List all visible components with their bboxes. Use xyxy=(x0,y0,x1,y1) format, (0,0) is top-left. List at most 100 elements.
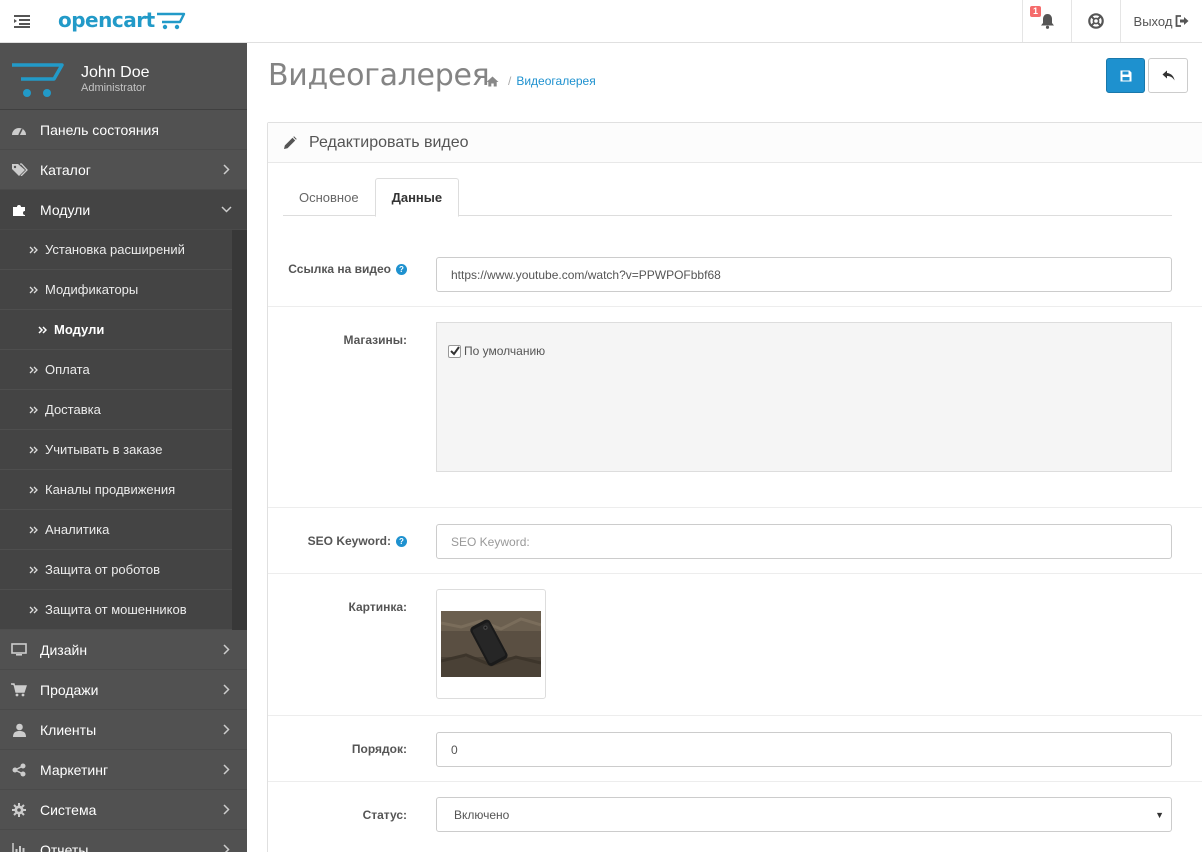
status-selected-value: Включено xyxy=(454,807,510,822)
double-chevron-icon xyxy=(29,246,39,254)
sidebar: John Doe Administrator Панель состояния … xyxy=(0,43,247,852)
submenu-item-label: Установка расширений xyxy=(45,242,185,257)
store-default-checkbox[interactable] xyxy=(448,344,461,358)
share-icon xyxy=(10,763,28,777)
sidebar-item-modules[interactable]: Модули xyxy=(0,190,247,230)
sidebar-item-design[interactable]: Дизайн xyxy=(0,630,247,670)
store-default-option[interactable]: По умолчанию xyxy=(448,344,545,358)
form-row-stores: Магазины: По умолчанию xyxy=(268,307,1202,508)
double-chevron-icon xyxy=(38,325,48,334)
submenu-item-label: Каналы продвижения xyxy=(45,482,176,497)
submenu-item-label: Модификаторы xyxy=(45,282,139,297)
double-chevron-icon xyxy=(29,446,39,454)
logout-label: Выход xyxy=(1133,13,1173,29)
submenu-item-analytics[interactable]: Аналитика xyxy=(0,510,232,550)
submenu-item-label: Аналитика xyxy=(45,522,110,537)
profile-role: Administrator xyxy=(81,82,146,94)
submenu-item-feeds[interactable]: Каналы продвижения xyxy=(0,470,232,510)
back-button[interactable] xyxy=(1148,58,1188,93)
profile-name: John Doe xyxy=(81,64,150,81)
submenu-item-label: Модули xyxy=(54,322,105,337)
modules-submenu: Установка расширений Модификаторы Модули… xyxy=(0,230,247,630)
submenu-item-modifications[interactable]: Модификаторы xyxy=(0,270,232,310)
chevron-right-icon xyxy=(223,684,230,695)
sidebar-item-catalog[interactable]: Каталог xyxy=(0,150,247,190)
form-row-order: Порядок: 0 xyxy=(268,716,1202,782)
sidebar-item-label: Маркетинг xyxy=(40,761,109,778)
logout-button[interactable]: Выход xyxy=(1120,0,1202,42)
sidebar-item-label: Модули xyxy=(40,201,91,218)
cart-icon xyxy=(10,682,28,697)
tab-data[interactable]: Данные xyxy=(374,178,460,217)
breadcrumb: / Видеогалерея xyxy=(486,74,596,88)
seo-label-wrap: SEO Keyword: ? xyxy=(268,532,407,550)
sidebar-item-system[interactable]: Система xyxy=(0,790,247,830)
bar-chart-icon xyxy=(10,843,28,852)
double-chevron-icon xyxy=(29,366,39,374)
life-ring-icon xyxy=(1088,13,1104,29)
order-input[interactable]: 0 xyxy=(436,732,1172,767)
submenu-item-modules[interactable]: Модули xyxy=(0,310,232,350)
submenu-item-order-totals[interactable]: Учитывать в заказе xyxy=(0,430,232,470)
tags-icon xyxy=(10,163,28,176)
submenu-item-label: Доставка xyxy=(45,402,101,417)
sidebar-item-marketing[interactable]: Маркетинг xyxy=(0,750,247,790)
submenu-item-label: Учитывать в заказе xyxy=(45,442,163,457)
double-chevron-icon xyxy=(29,606,39,614)
sidebar-item-dashboard[interactable]: Панель состояния xyxy=(0,110,247,150)
notifications-button[interactable]: 1 xyxy=(1022,0,1071,42)
stores-well: По умолчанию xyxy=(436,322,1172,472)
submenu-item-captcha[interactable]: Защита от роботов xyxy=(0,550,232,590)
form-row-status: Статус: Включено ▼ xyxy=(268,782,1202,852)
user-icon xyxy=(10,723,28,737)
help-icon[interactable]: ? xyxy=(396,535,407,547)
chevron-right-icon xyxy=(223,804,230,815)
pencil-icon xyxy=(283,135,299,150)
submenu-item-fraud[interactable]: Защита от мошенников xyxy=(0,590,232,630)
notification-count-badge: 1 xyxy=(1030,6,1042,17)
double-chevron-icon xyxy=(29,526,39,534)
save-button[interactable] xyxy=(1106,58,1145,93)
phone-photo-image xyxy=(441,611,541,677)
puzzle-icon xyxy=(10,202,28,217)
seo-keyword-input[interactable]: SEO Keyword: xyxy=(436,524,1172,559)
chevron-right-icon xyxy=(223,644,230,655)
sidebar-item-customers[interactable]: Клиенты xyxy=(0,710,247,750)
seo-label: SEO Keyword: xyxy=(307,534,391,548)
sidebar-item-sales[interactable]: Продажи xyxy=(0,670,247,710)
opencart-cart-avatar xyxy=(12,63,64,97)
chevron-right-icon xyxy=(223,164,230,175)
video-link-input[interactable]: https://www.youtube.com/watch?v=PPWPOFbb… xyxy=(436,257,1172,292)
breadcrumb-separator: / xyxy=(508,74,512,88)
help-icon[interactable]: ? xyxy=(396,263,407,275)
double-chevron-icon xyxy=(29,486,39,494)
submenu-item-shipping[interactable]: Доставка xyxy=(0,390,232,430)
indent-icon xyxy=(14,14,30,28)
dashboard-icon xyxy=(10,124,28,136)
status-select[interactable]: Включено ▼ xyxy=(436,797,1172,832)
logo-text: opencart xyxy=(58,8,155,32)
form-row-image: Картинка: xyxy=(268,574,1202,716)
breadcrumb-link[interactable]: Видеогалерея xyxy=(516,74,595,88)
form-row-seo: SEO Keyword: ? SEO Keyword: xyxy=(268,508,1202,574)
home-icon[interactable] xyxy=(486,76,499,87)
submenu-item-installer[interactable]: Установка расширений xyxy=(0,230,232,270)
sidebar-item-reports[interactable]: Отчеты xyxy=(0,830,247,852)
user-profile[interactable]: John Doe Administrator xyxy=(0,43,247,110)
reply-icon xyxy=(1162,70,1174,81)
help-button[interactable] xyxy=(1071,0,1120,42)
floppy-disk-icon xyxy=(1120,70,1131,81)
menu-toggle-button[interactable] xyxy=(0,0,44,42)
image-thumbnail[interactable] xyxy=(436,589,546,699)
tab-general[interactable]: Основное xyxy=(283,178,375,216)
submenu-item-payments[interactable]: Оплата xyxy=(0,350,232,390)
sidebar-item-label: Клиенты xyxy=(40,721,97,738)
submenu-item-label: Защита от роботов xyxy=(45,562,160,577)
cog-icon xyxy=(10,802,28,817)
opencart-logo[interactable]: opencart xyxy=(58,6,186,34)
submenu-item-label: Защита от мошенников xyxy=(45,602,187,617)
bell-icon xyxy=(1040,14,1054,29)
main-content: Видеогалерея / Видеогалерея Редактироват… xyxy=(247,43,1202,852)
chevron-right-icon xyxy=(223,844,230,852)
video-link-label-wrap: Ссылка на видео ? xyxy=(268,260,407,278)
